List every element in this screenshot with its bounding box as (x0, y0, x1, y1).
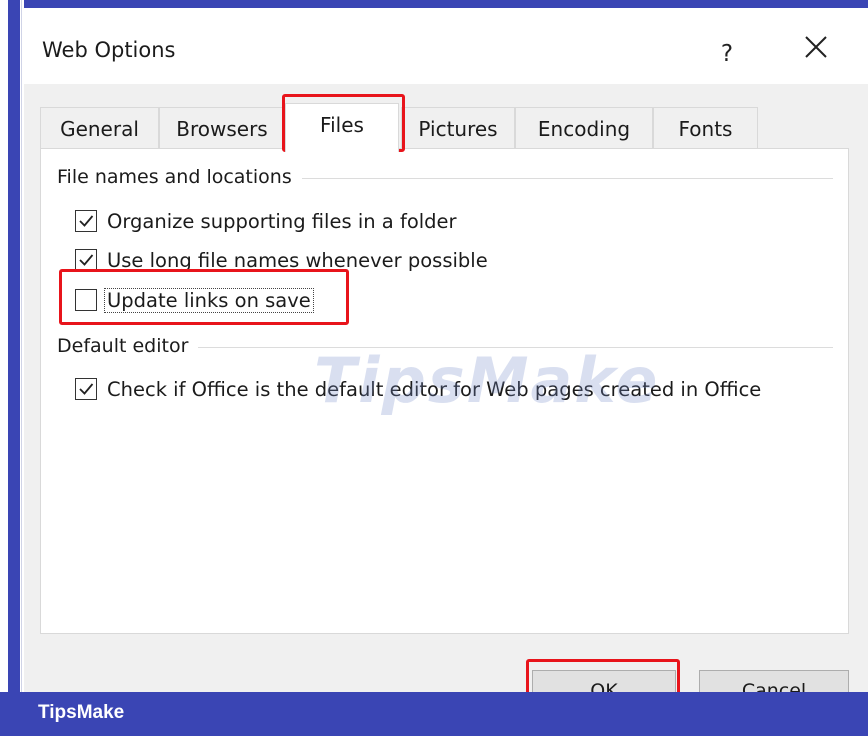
group-label-file-names: File names and locations (57, 166, 302, 188)
files-tab-panel: File names and locations Organize suppor… (40, 148, 849, 634)
option-label: Use long file names whenever possible (107, 248, 488, 272)
checkbox-unchecked[interactable] (75, 289, 97, 311)
web-options-dialog: Web Options ? General Browsers Files Pic… (24, 6, 868, 700)
help-button[interactable]: ? (707, 34, 747, 74)
tab-fonts[interactable]: Fonts (653, 107, 758, 149)
option-organize-supporting-files[interactable]: Organize supporting files in a folder (75, 206, 457, 236)
footer-brand: TipsMake (38, 702, 125, 723)
background-strip (0, 0, 24, 692)
tab-general[interactable]: General (40, 107, 159, 149)
option-update-links-on-save[interactable]: Update links on save (75, 285, 314, 315)
tab-encoding[interactable]: Encoding (515, 107, 653, 149)
checkmark-icon (79, 383, 94, 395)
background-bar (8, 0, 20, 692)
tab-files[interactable]: Files (285, 103, 399, 152)
tab-pictures[interactable]: Pictures (401, 107, 515, 149)
option-office-default-editor[interactable]: Check if Office is the default editor fo… (75, 374, 761, 404)
close-button[interactable] (794, 34, 838, 74)
checkbox-checked[interactable] (75, 249, 97, 271)
close-icon (805, 36, 827, 58)
option-label: Update links on save (104, 287, 314, 313)
checkbox-checked[interactable] (75, 378, 97, 400)
checkmark-icon (79, 215, 94, 227)
option-use-long-file-names[interactable]: Use long file names whenever possible (75, 245, 488, 275)
title-bar: Web Options ? (24, 8, 868, 84)
checkbox-checked[interactable] (75, 210, 97, 232)
footer-bar: TipsMake (0, 692, 868, 736)
group-label-default-editor: Default editor (57, 335, 199, 357)
checkmark-icon (79, 254, 94, 266)
background-gridline (21, 0, 22, 692)
tab-browsers[interactable]: Browsers (159, 107, 285, 149)
option-label: Organize supporting files in a folder (107, 209, 457, 233)
option-label: Check if Office is the default editor fo… (107, 377, 762, 401)
dialog-title: Web Options (42, 38, 176, 62)
